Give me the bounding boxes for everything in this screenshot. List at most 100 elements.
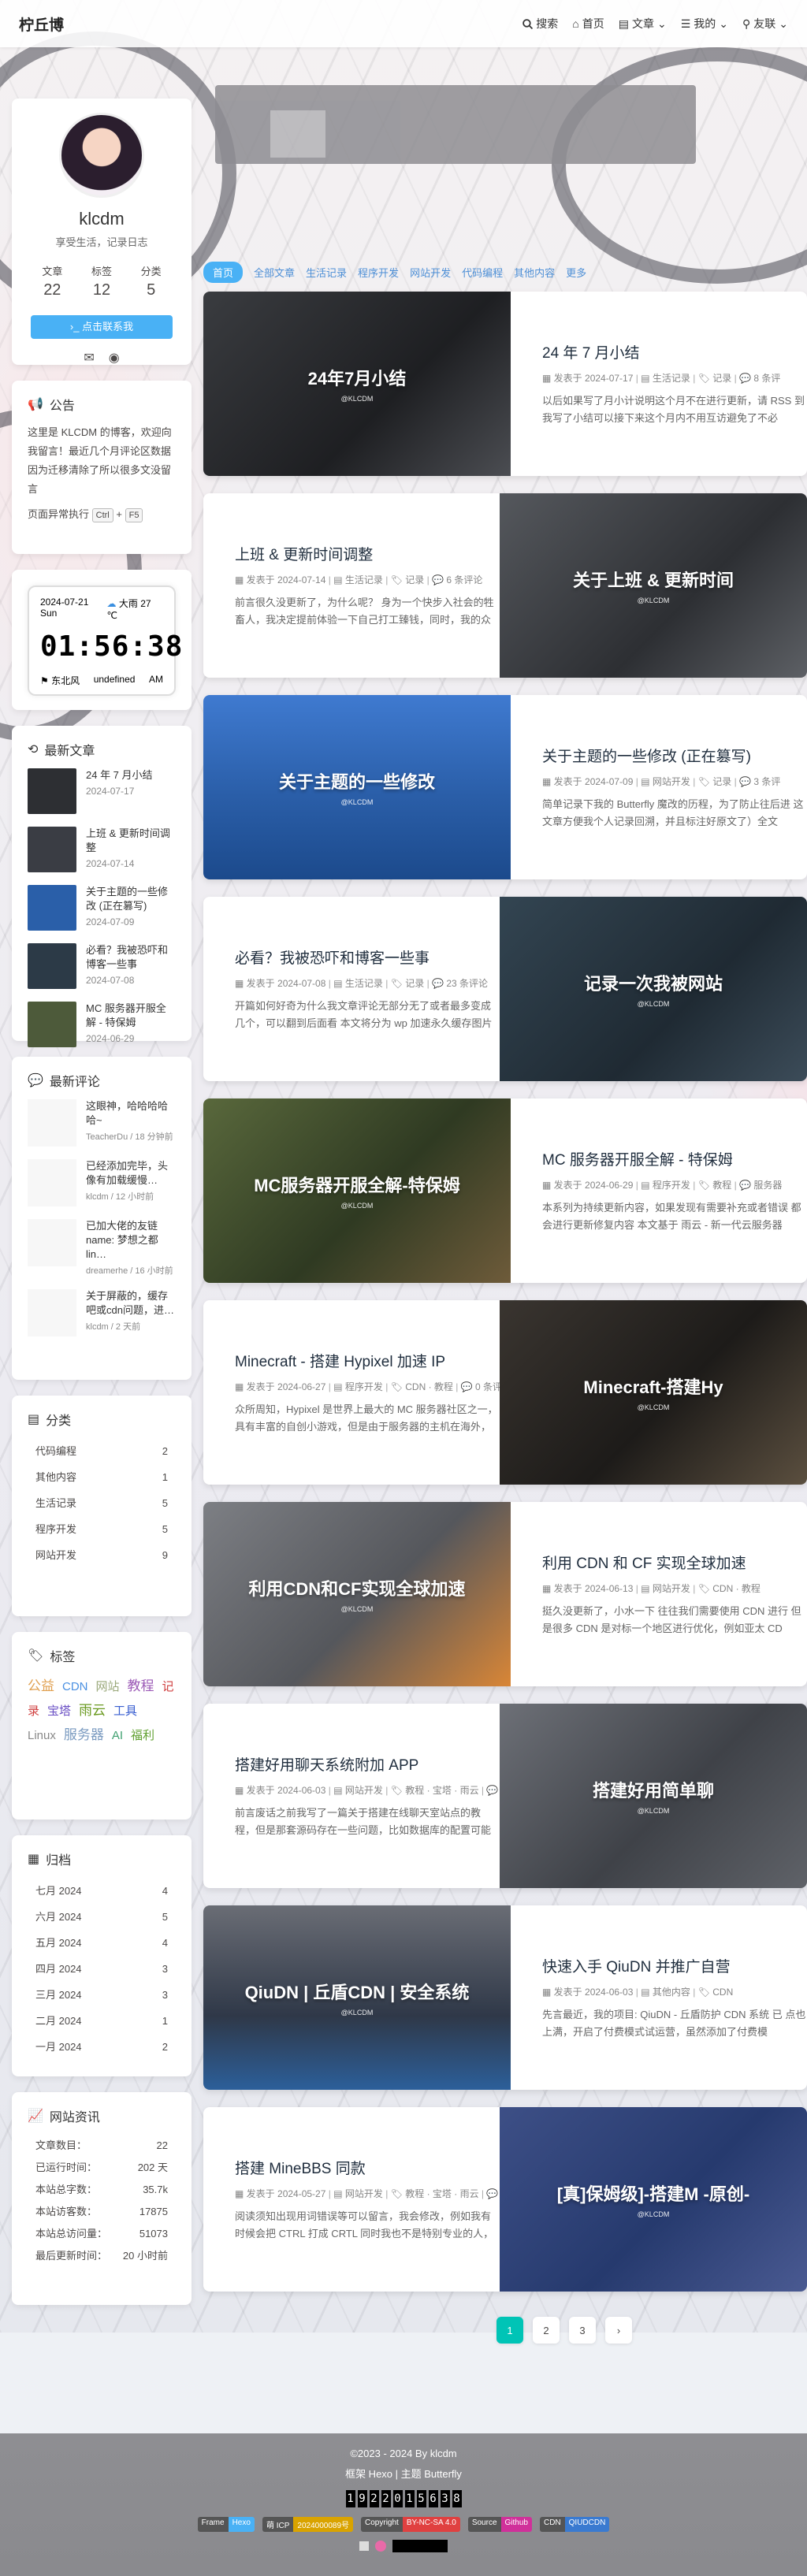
recent-post-item[interactable]: 必看？我被恐吓和博客一些事 2024-07-08 [28,943,176,989]
category-tab[interactable]: 全部文章 [254,263,295,281]
post-card[interactable]: 记录一次我被网站 @KLCDM 必看？我被恐吓和博客一些事 ▦ 发表于 2024-07… [203,897,807,1081]
category-item[interactable]: 生活记录 5 [28,1490,176,1516]
featured-embed[interactable] [215,85,696,164]
tag-link[interactable]: 工具 [113,1704,137,1718]
post-cover[interactable]: QiuDN | 丘盾CDN | 安全系统 @KLCDM [203,1905,511,2090]
post-cover[interactable]: 搭建好用简单聊 @KLCDM [500,1704,807,1888]
contact-button[interactable]: ›_ 点击联系我 [31,315,173,339]
stat-categories[interactable]: 分类 5 [141,263,162,299]
page-button[interactable]: 1 [496,2317,523,2344]
post-category[interactable]: ▤ 网站开发 [333,2188,383,2199]
recent-comment-item[interactable]: 已经添加完毕，头像有加载缓慢… klcdm / 12 小时前 [28,1159,176,1206]
post-comments[interactable]: 💬 0 条评论 [486,2188,500,2199]
category-tab[interactable]: 生活记录 [306,263,347,281]
rss-icon[interactable]: ◉ [109,350,120,366]
post-card[interactable]: 关于上班 & 更新时间 @KLCDM 上班 & 更新时间调整 ▦ 发表于 2024-0… [203,493,807,678]
post-tags[interactable]: 🏷 CDN [698,1987,734,1998]
recent-post-item[interactable]: 24 年 7 月小结 2024-07-17 [28,768,176,814]
tag-link[interactable]: 服务器 [64,1727,104,1742]
tag-link[interactable]: 教程 [128,1678,154,1693]
post-card[interactable]: Minecraft-搭建Hy @KLCDM Minecraft - 搭建 Hypix… [203,1300,807,1485]
page-button[interactable]: › [605,2317,632,2344]
category-item[interactable]: 程序开发 5 [28,1516,176,1542]
email-icon[interactable]: ✉ [84,350,94,366]
tag-link[interactable]: CDN [62,1680,88,1693]
archive-item[interactable]: 五月 2024 4 [28,1930,176,1956]
post-title[interactable]: 必看？我被恐吓和博客一些事 [235,946,500,968]
post-comments[interactable]: 💬 23 条评论 [432,978,488,989]
post-tags[interactable]: 🏷 CDN · 教程 [698,1583,761,1594]
post-cover[interactable]: Minecraft-搭建Hy @KLCDM [500,1300,807,1485]
post-category[interactable]: ▤ 生活记录 [333,978,383,989]
post-category[interactable]: ▤ 生活记录 [333,574,383,585]
recent-comment-item[interactable]: 关于屏蔽的，缓存吧或cdn问题，进… klcdm / 2 天前 [28,1289,176,1336]
nav-articles[interactable]: ▤ 文章 ⌄ [619,16,667,32]
footer-badge[interactable]: 萌 ICP 2024000089号 [262,2517,354,2532]
post-comments[interactable]: 💬 0 条评论 [461,1381,500,1392]
avatar[interactable] [59,113,144,198]
tag-link[interactable]: 雨云 [79,1703,106,1718]
category-tab[interactable]: 更多 [566,263,586,281]
post-cover[interactable]: 24年7月小结 @KLCDM [203,292,511,476]
post-tags[interactable]: 🏷 CDN · 教程 [391,1381,453,1392]
post-tags[interactable]: 🏷 教程 · 宝塔 · 雨云 [391,2188,479,2199]
post-category[interactable]: ▤ 生活记录 [641,373,690,384]
category-item[interactable]: 网站开发 9 [28,1542,176,1568]
nav-mine[interactable]: ☰ 我的 ⌄ [681,16,728,32]
post-comments[interactable]: 💬 0 条评论 [486,1785,500,1796]
post-category[interactable]: ▤ 网站开发 [333,1785,383,1796]
post-category[interactable]: ▤ 网站开发 [641,1583,690,1594]
recent-post-item[interactable]: 上班 & 更新时间调整 2024-07-14 [28,827,176,872]
tag-link[interactable]: Linux [28,1729,56,1742]
tag-link[interactable]: 网站 [96,1680,120,1693]
post-category[interactable]: ▤ 程序开发 [641,1180,690,1191]
post-comments[interactable]: 💬 服务器 [739,1180,782,1191]
post-card[interactable]: 关于主题的一些修改 @KLCDM 关于主题的一些修改 (正在篡写) ▦ 发表于 202… [203,695,807,879]
page-button[interactable]: 2 [533,2317,560,2344]
post-tags[interactable]: 🏷 记录 [391,574,425,585]
category-tab[interactable]: 代码编程 [462,263,503,281]
post-comments[interactable]: 💬 8 条评 [739,373,780,384]
site-brand[interactable]: 柠丘博 [19,13,64,35]
post-tags[interactable]: 🏷 记录 [391,978,425,989]
nav-search[interactable]: 搜索 [523,16,558,32]
post-category[interactable]: ▤ 其他内容 [641,1987,690,1998]
post-title[interactable]: 快速入手 QiuDN 并推广自营 [542,1955,807,1976]
post-comments[interactable]: 💬 3 条评 [739,776,780,787]
category-tab[interactable]: 其他内容 [514,263,555,281]
post-title[interactable]: 搭建 MineBBS 同款 [235,2157,500,2178]
post-card[interactable]: [真]保姆级]-搭建M -原创- @KLCDM 搭建 MineBBS 同款 ▦ 发表于… [203,2107,807,2292]
post-title[interactable]: MC 服务器开服全解 - 特保姆 [542,1148,807,1169]
stat-tags[interactable]: 标签 12 [91,263,112,299]
post-title[interactable]: 24 年 7 月小结 [542,341,807,362]
tag-link[interactable]: AI [112,1729,123,1742]
post-tags[interactable]: 🏷 记录 [698,776,732,787]
recent-post-item[interactable]: 关于主题的一些修改 (正在篡写) 2024-07-09 [28,885,176,931]
post-comments[interactable]: 💬 6 条评论 [432,574,482,585]
post-card[interactable]: QiuDN | 丘盾CDN | 安全系统 @KLCDM 快速入手 QiuDN 并推广… [203,1905,807,2090]
post-title[interactable]: 搭建好用聊天系统附加 APP [235,1753,500,1775]
archive-item[interactable]: 七月 2024 4 [28,1878,176,1904]
post-tags[interactable]: 🏷 记录 [698,373,732,384]
nav-home[interactable]: ⌂ 首页 [572,16,604,32]
post-title[interactable]: 上班 & 更新时间调整 [235,543,500,564]
post-tags[interactable]: 🏷 教程 [698,1180,732,1191]
category-tab[interactable]: 程序开发 [358,263,399,281]
footer-badge[interactable]: CDN QIUDCDN [539,2517,610,2532]
footer-frame[interactable]: 框架 Hexo | 主题 Butterfly [0,2466,807,2481]
post-card[interactable]: 搭建好用简单聊 @KLCDM 搭建好用聊天系统附加 APP ▦ 发表于 2024-06… [203,1704,807,1888]
post-cover[interactable]: MC服务器开服全解-特保姆 @KLCDM [203,1098,511,1283]
stat-articles[interactable]: 文章 22 [42,263,62,299]
footer-badge[interactable]: Copyright BY-NC-SA 4.0 [361,2517,460,2532]
post-title[interactable]: Minecraft - 搭建 Hypixel 加速 IP [235,1350,500,1371]
post-cover[interactable]: 关于上班 & 更新时间 @KLCDM [500,493,807,678]
category-tab[interactable]: 网站开发 [410,263,451,281]
post-cover[interactable]: [真]保姆级]-搭建M -原创- @KLCDM [500,2107,807,2292]
archive-item[interactable]: 四月 2024 3 [28,1956,176,1982]
recent-post-item[interactable]: MC 服务器开服全解 - 特保姆 2024-06-29 [28,1002,176,1047]
tag-link[interactable]: 福利 [131,1729,154,1742]
post-category[interactable]: ▤ 程序开发 [333,1381,383,1392]
recent-comment-item[interactable]: 已加大佬的友链 name: 梦想之都 lin… dreamerhe / 16 小时… [28,1219,176,1277]
post-card[interactable]: 利用CDN和CF实现全球加速 @KLCDM 利用 CDN 和 CF 实现全球加速 ▦ … [203,1502,807,1686]
post-card[interactable]: 24年7月小结 @KLCDM 24 年 7 月小结 ▦ 发表于 2024-07-17 … [203,292,807,476]
